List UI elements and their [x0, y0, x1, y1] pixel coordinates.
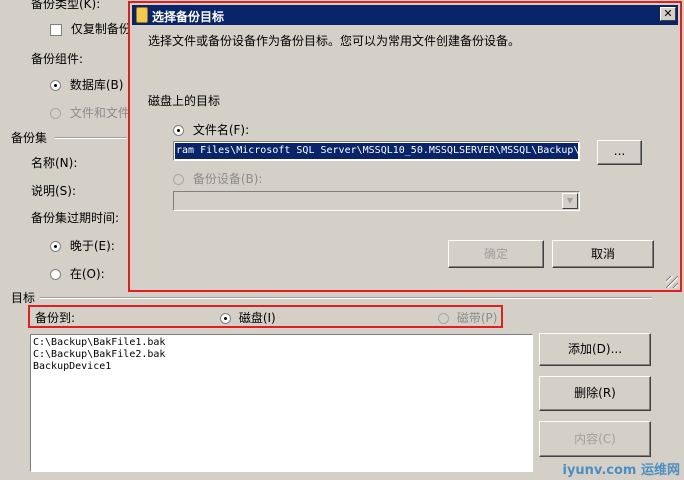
file-path-value: ram Files\Microsoft SQL Server\MSSQL10_5…: [175, 143, 578, 159]
close-button[interactable]: ✕: [660, 7, 676, 21]
resize-grip[interactable]: [666, 276, 678, 288]
after-option[interactable]: 晚于(E):: [50, 237, 115, 254]
add-button[interactable]: 添加(D)...: [539, 333, 651, 366]
watermark: iyunv.com 运维网: [562, 463, 680, 478]
after-radio[interactable]: [50, 241, 61, 252]
tape-label: 磁带(P): [456, 311, 498, 325]
file-path-input[interactable]: ram Files\Microsoft SQL Server\MSSQL10_5…: [173, 141, 580, 161]
contents-button[interactable]: 内容(C): [539, 421, 651, 457]
backup-to-label: 备份到:: [35, 311, 76, 325]
files-label: 文件和文件: [69, 106, 130, 120]
expire-label: 备份集过期时间:: [31, 211, 120, 225]
tape-option[interactable]: 磁带(P): [438, 309, 497, 326]
backup-set-divider: [55, 137, 127, 139]
backup-type-label: 备份类型(K):: [31, 0, 101, 11]
disk-radio[interactable]: [220, 313, 231, 324]
close-icon: ✕: [663, 7, 673, 20]
file-name-label: 文件名(F):: [192, 123, 250, 137]
file-name-radio[interactable]: [173, 125, 184, 136]
ok-button[interactable]: 确定: [448, 240, 544, 268]
chevron-down-icon[interactable]: ▼: [562, 193, 578, 209]
backup-device-radio[interactable]: [173, 174, 184, 185]
list-item[interactable]: BackupDevice1: [33, 361, 532, 373]
disk-label: 磁盘(I): [238, 311, 276, 325]
list-item[interactable]: C:\Backup\BakFile2.bak: [33, 349, 532, 361]
backup-device-option[interactable]: 备份设备(B):: [173, 170, 262, 187]
destination-list[interactable]: C:\Backup\BakFile1.bak C:\Backup\BakFile…: [30, 334, 533, 472]
cancel-button[interactable]: 取消: [552, 240, 654, 268]
description-label: 说明(S):: [31, 184, 77, 198]
database-radio[interactable]: [50, 80, 61, 91]
backup-device-select[interactable]: ▼: [173, 191, 580, 211]
copy-only-option[interactable]: 仅复制备份: [50, 20, 131, 37]
database-icon: [136, 7, 148, 23]
file-name-option[interactable]: 文件名(F):: [173, 121, 249, 138]
disk-destination-label: 磁盘上的目标: [148, 94, 221, 108]
tape-radio[interactable]: [438, 313, 449, 324]
dialog-titlebar[interactable]: 选择备份目标 ✕: [132, 5, 678, 25]
backup-device-label: 备份设备(B):: [192, 172, 263, 186]
after-label: 晚于(E):: [69, 239, 115, 253]
on-option[interactable]: 在(O):: [50, 265, 105, 282]
list-item[interactable]: C:\Backup\BakFile1.bak: [33, 337, 532, 349]
browse-button[interactable]: ...: [597, 140, 642, 165]
copy-only-checkbox[interactable]: [50, 23, 62, 36]
select-backup-destination-dialog: 选择备份目标 ✕ 选择文件或备份设备作为备份目标。您可以为常用文件创建备份设备。…: [128, 1, 682, 292]
name-label: 名称(N):: [31, 156, 78, 170]
files-radio[interactable]: [50, 108, 61, 119]
database-label: 数据库(B): [69, 78, 124, 92]
remove-button[interactable]: 删除(R): [539, 376, 651, 411]
on-label: 在(O):: [69, 267, 105, 281]
copy-only-label: 仅复制备份: [70, 22, 131, 36]
backup-set-section-title: 备份集: [11, 131, 48, 145]
on-radio[interactable]: [50, 269, 61, 280]
backup-component-label: 备份组件:: [31, 52, 84, 66]
destination-divider: [40, 297, 652, 299]
disk-option[interactable]: 磁盘(I): [220, 309, 276, 326]
database-option[interactable]: 数据库(B): [50, 76, 123, 93]
destination-section-title: 目标: [11, 291, 36, 305]
files-option[interactable]: 文件和文件: [50, 104, 130, 121]
dialog-title: 选择备份目标: [152, 10, 225, 24]
dialog-instruction: 选择文件或备份设备作为备份目标。您可以为常用文件创建备份设备。: [148, 34, 521, 48]
